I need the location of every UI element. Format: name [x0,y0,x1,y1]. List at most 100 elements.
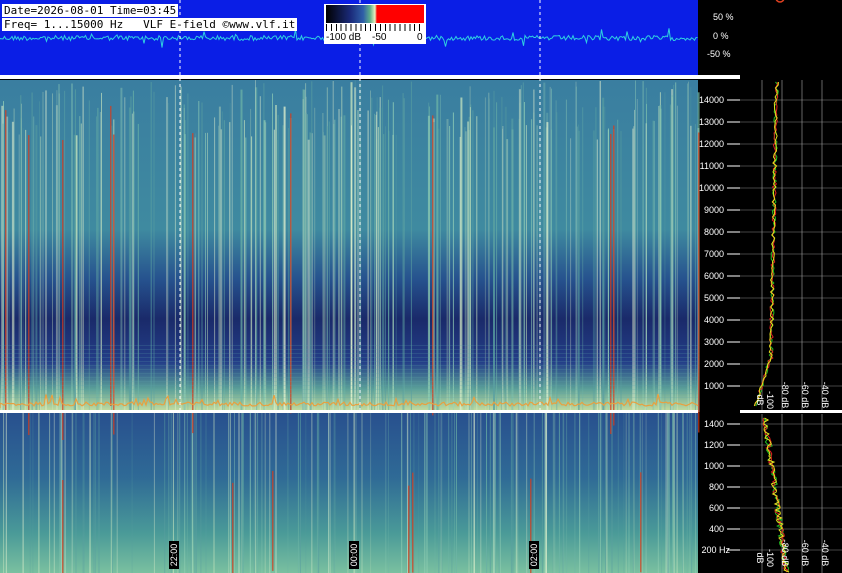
sferic-streak [229,413,231,573]
sferic-streak [413,413,415,573]
upper-freq-tick-label: 6000 [703,271,724,281]
sferic-streak [231,84,233,413]
sferic-streak [52,93,53,413]
sferic-streak [265,122,267,413]
sferic-streak [676,105,678,412]
sferic-streak [384,133,386,412]
sferic-streak [667,413,669,573]
sferic-streak [98,413,100,573]
sferic-streak [427,115,430,413]
sferic-streak [425,413,427,573]
sferic-streak [673,84,675,413]
sferic-streak [686,413,688,573]
sferic-streak [484,97,486,413]
noise-band-line [0,357,698,358]
sferic-streak [602,106,604,412]
sferic-streak [470,413,472,573]
sferic-streak [259,96,261,412]
sferic-streak [611,413,613,573]
upper-freq-tick-label: 4000 [703,315,724,325]
colorbar-label-max: 0 [417,32,423,43]
sferic-streak [82,413,84,573]
sferic-streak [446,119,449,412]
sferic-streak [671,95,674,412]
time-marker-0000: 00:00 [349,541,359,569]
sferic-streak [370,413,372,573]
sferic-streak [53,413,55,573]
sferic-streak [549,86,551,413]
noise-band-line [0,381,698,382]
sferic-streak [277,139,279,412]
sferic-streak [11,121,14,413]
noise-band-line [0,389,698,390]
lower-freq-tick-label: 600 [708,503,724,513]
sferic-streak [90,413,91,573]
upper-freq-tick-label: 7000 [703,249,724,259]
colorbar-gradient [326,5,424,23]
sferic-streak [601,413,603,573]
colorbar-ticks [326,24,424,31]
upper-freq-tick-label: 11000 [699,161,724,171]
sferic-streak [374,113,375,413]
sferic-streak [676,413,678,573]
sferic-streak [60,413,62,573]
sferic-streak [480,413,482,573]
noise-band-line [0,361,698,362]
sferic-streak [282,125,284,412]
sferic-streak [659,108,662,412]
marker-circle [775,0,785,3]
sferic-streak [467,121,470,412]
sferic-streak [251,136,253,412]
sferic-streak [492,413,494,573]
sferic-streak [80,123,82,412]
sferic-streak [664,92,666,413]
sferic-streak [410,81,412,412]
sferic-streak [385,413,387,573]
sferic-streak [249,413,251,573]
vlf-spectrogram-viewer: Date=2026-08-01 Time=03:45 Freq= 1...150… [0,0,842,573]
sferic-streak [79,116,81,412]
sferic-streak [82,86,84,412]
sferic-streak [191,413,193,573]
sferic-streak [243,120,245,412]
sferic-streak [546,413,547,573]
sferic-streak [5,413,7,573]
sferic-streak [261,413,263,573]
colorbar-label-mid: -50 [372,32,387,43]
sferic-streak [29,413,31,573]
sferic-streak [257,413,259,573]
sferic-streak [518,89,521,412]
upper-spectrum-db-label: -60 dB [800,381,810,409]
sferic-streak [207,132,208,413]
sferic-streak [504,106,507,413]
sferic-streak [74,89,76,413]
sferic-streak [673,413,675,573]
sferic-streak [240,89,243,412]
sferic-streak [322,113,324,412]
amplitude-label-minus50: -50 % [707,49,731,59]
sferic-streak [517,413,519,573]
sferic-streak [89,413,90,573]
sferic-streak [452,112,454,412]
sferic-streak [94,413,96,573]
amplitude-label-zero: 0 % [713,31,729,41]
sferic-streak [275,413,277,573]
sferic-streak [645,87,647,413]
spectrum-trace [754,81,779,407]
lower-freq-tick-label: 400 [708,524,724,534]
upper-freq-tick-label: 13000 [698,117,724,127]
sferic-streak [263,83,265,412]
sferic-streak [641,413,643,573]
sferic-streak [124,97,126,413]
sferic-streak [434,413,436,573]
sferic-streak [469,107,471,412]
noise-band-line [0,397,698,398]
upper-spectrum-db-label: -100 dB [755,390,775,409]
sferic-streak [456,413,457,573]
sferic-streak [501,96,503,413]
upper-freq-tick-label: 5000 [703,293,724,303]
red-streak [640,472,642,573]
sferic-streak [625,413,627,573]
noise-band-line [0,393,698,394]
sferic-streak [574,413,576,573]
